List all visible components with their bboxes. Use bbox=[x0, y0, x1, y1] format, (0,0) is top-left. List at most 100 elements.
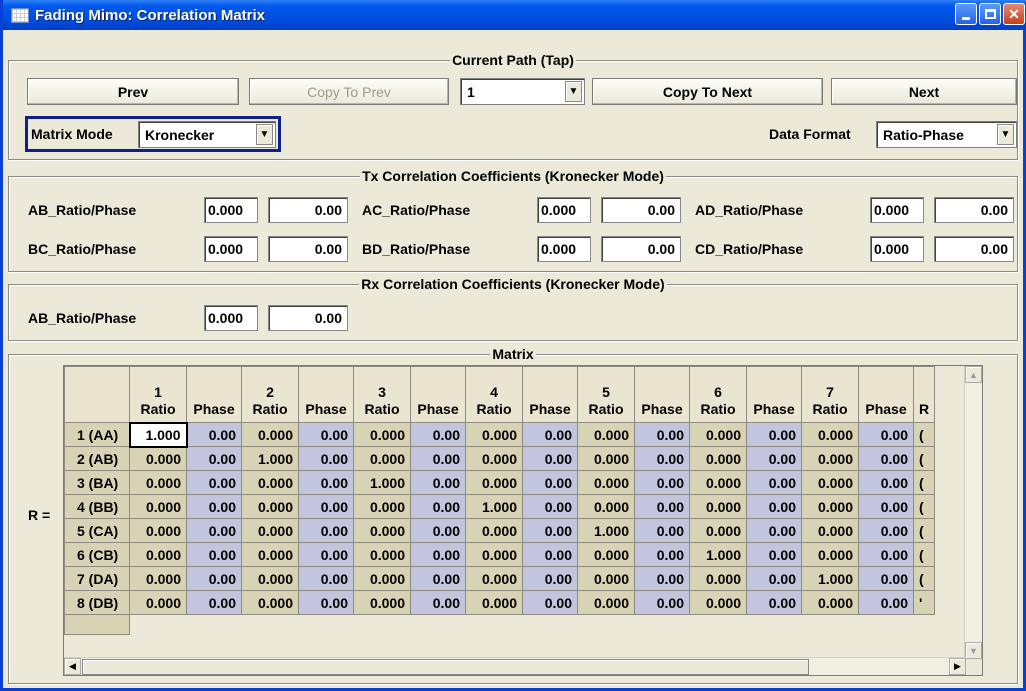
ratio-cell[interactable]: 0.000 bbox=[577, 422, 635, 447]
ratio-cell[interactable]: 0.000 bbox=[353, 494, 411, 519]
ratio-cell[interactable]: 1.000 bbox=[128, 421, 188, 448]
phase-cell[interactable]: 0.00 bbox=[410, 422, 466, 447]
ratio-cell[interactable]: 0.000 bbox=[577, 566, 635, 591]
scroll-up-icon[interactable]: ▲ bbox=[965, 366, 982, 383]
phase-cell[interactable]: 0.00 bbox=[298, 470, 354, 495]
phase-cell[interactable]: 0.00 bbox=[858, 542, 914, 567]
ratio-cell[interactable]: 0.000 bbox=[689, 494, 747, 519]
phase-cell[interactable]: 0.00 bbox=[858, 422, 914, 447]
phase-cell[interactable]: 0.00 bbox=[746, 494, 802, 519]
phase-cell[interactable]: 0.00 bbox=[410, 542, 466, 567]
phase-cell[interactable]: 0.00 bbox=[298, 422, 354, 447]
prev-button[interactable]: Prev bbox=[27, 78, 239, 105]
ratio-cell[interactable]: 0.000 bbox=[801, 494, 859, 519]
chevron-down-icon[interactable]: ▼ bbox=[256, 124, 273, 145]
tx-cd-ratio-input[interactable]: 0.000 bbox=[870, 236, 924, 262]
ratio-cell[interactable]: 0.000 bbox=[577, 446, 635, 471]
ratio-cell[interactable]: 0.000 bbox=[241, 494, 299, 519]
partial-cell[interactable]: ( bbox=[912, 566, 936, 591]
phase-cell[interactable]: 0.00 bbox=[746, 422, 802, 447]
phase-cell[interactable]: 0.00 bbox=[858, 566, 914, 591]
ratio-cell[interactable]: 0.000 bbox=[353, 518, 411, 543]
tx-ad-phase-input[interactable]: 0.00 bbox=[934, 197, 1014, 223]
tx-bc-ratio-input[interactable]: 0.000 bbox=[204, 236, 258, 262]
phase-cell[interactable]: 0.00 bbox=[746, 446, 802, 471]
ratio-cell[interactable]: 1.000 bbox=[465, 494, 523, 519]
phase-cell[interactable]: 0.00 bbox=[858, 590, 914, 615]
phase-cell[interactable]: 0.00 bbox=[410, 494, 466, 519]
ratio-cell[interactable]: 0.000 bbox=[241, 422, 299, 447]
ratio-cell[interactable]: 0.000 bbox=[801, 518, 859, 543]
scroll-right-icon[interactable]: ▶ bbox=[949, 658, 966, 675]
ratio-cell[interactable]: 0.000 bbox=[241, 518, 299, 543]
phase-cell[interactable]: 0.00 bbox=[858, 470, 914, 495]
tx-ab-phase-input[interactable]: 0.00 bbox=[268, 197, 348, 223]
tx-ac-phase-input[interactable]: 0.00 bbox=[601, 197, 681, 223]
ratio-cell[interactable]: 0.000 bbox=[689, 422, 747, 447]
ratio-cell[interactable]: 0.000 bbox=[353, 566, 411, 591]
tap-select[interactable]: 1 ▼ bbox=[460, 78, 585, 105]
phase-cell[interactable]: 0.00 bbox=[746, 518, 802, 543]
chevron-down-icon[interactable]: ▼ bbox=[565, 81, 582, 102]
phase-cell[interactable]: 0.00 bbox=[522, 590, 578, 615]
tx-cd-phase-input[interactable]: 0.00 bbox=[934, 236, 1014, 262]
phase-cell[interactable]: 0.00 bbox=[746, 470, 802, 495]
ratio-cell[interactable]: 0.000 bbox=[689, 566, 747, 591]
ratio-cell[interactable]: 0.000 bbox=[801, 542, 859, 567]
phase-cell[interactable]: 0.00 bbox=[298, 494, 354, 519]
tx-bc-phase-input[interactable]: 0.00 bbox=[268, 236, 348, 262]
phase-cell[interactable]: 0.00 bbox=[522, 422, 578, 447]
phase-cell[interactable]: 0.00 bbox=[858, 446, 914, 471]
ratio-cell[interactable]: 0.000 bbox=[465, 518, 523, 543]
phase-cell[interactable]: 0.00 bbox=[746, 590, 802, 615]
ratio-cell[interactable]: 0.000 bbox=[465, 470, 523, 495]
ratio-cell[interactable]: 0.000 bbox=[353, 590, 411, 615]
partial-cell[interactable]: ( bbox=[912, 494, 936, 519]
title-bar[interactable]: Fading Mimo: Correlation Matrix ✕ bbox=[3, 0, 1026, 30]
copy-to-next-button[interactable]: Copy To Next bbox=[592, 78, 823, 105]
data-format-select[interactable]: Ratio-Phase ▼ bbox=[876, 121, 1017, 148]
phase-cell[interactable]: 0.00 bbox=[186, 470, 242, 495]
phase-cell[interactable]: 0.00 bbox=[298, 518, 354, 543]
tx-bd-phase-input[interactable]: 0.00 bbox=[601, 236, 681, 262]
ratio-cell[interactable]: 0.000 bbox=[129, 566, 187, 591]
ratio-cell[interactable]: 1.000 bbox=[689, 542, 747, 567]
phase-cell[interactable]: 0.00 bbox=[634, 446, 690, 471]
ratio-cell[interactable]: 0.000 bbox=[801, 590, 859, 615]
phase-cell[interactable]: 0.00 bbox=[746, 566, 802, 591]
ratio-cell[interactable]: 0.000 bbox=[801, 470, 859, 495]
ratio-cell[interactable]: 1.000 bbox=[353, 470, 411, 495]
ratio-cell[interactable]: 0.000 bbox=[465, 542, 523, 567]
phase-cell[interactable]: 0.00 bbox=[522, 494, 578, 519]
ratio-cell[interactable]: 0.000 bbox=[241, 542, 299, 567]
phase-cell[interactable]: 0.00 bbox=[186, 446, 242, 471]
ratio-cell[interactable]: 0.000 bbox=[129, 494, 187, 519]
phase-cell[interactable]: 0.00 bbox=[298, 446, 354, 471]
ratio-cell[interactable]: 0.000 bbox=[353, 542, 411, 567]
horizontal-scroll-thumb[interactable] bbox=[82, 659, 809, 675]
partial-cell[interactable]: ( bbox=[912, 470, 936, 495]
phase-cell[interactable]: 0.00 bbox=[634, 566, 690, 591]
ratio-cell[interactable]: 0.000 bbox=[129, 470, 187, 495]
ratio-cell[interactable]: 0.000 bbox=[465, 422, 523, 447]
phase-cell[interactable]: 0.00 bbox=[410, 566, 466, 591]
next-button[interactable]: Next bbox=[831, 78, 1017, 105]
ratio-cell[interactable]: 0.000 bbox=[465, 446, 523, 471]
ratio-cell[interactable]: 0.000 bbox=[129, 590, 187, 615]
phase-cell[interactable]: 0.00 bbox=[746, 542, 802, 567]
ratio-cell[interactable]: 0.000 bbox=[689, 470, 747, 495]
ratio-cell[interactable]: 0.000 bbox=[689, 446, 747, 471]
phase-cell[interactable]: 0.00 bbox=[634, 590, 690, 615]
phase-cell[interactable]: 0.00 bbox=[634, 518, 690, 543]
horizontal-scrollbar[interactable]: ◀ ▶ bbox=[64, 657, 966, 675]
phase-cell[interactable]: 0.00 bbox=[186, 518, 242, 543]
vertical-scrollbar[interactable]: ▲ ▼ bbox=[964, 366, 982, 659]
matrix-mode-select[interactable]: Kronecker ▼ bbox=[138, 121, 276, 148]
scroll-left-icon[interactable]: ◀ bbox=[64, 658, 81, 675]
ratio-cell[interactable]: 0.000 bbox=[801, 422, 859, 447]
ratio-cell[interactable]: 0.000 bbox=[241, 590, 299, 615]
scroll-down-icon[interactable]: ▼ bbox=[965, 642, 982, 659]
phase-cell[interactable]: 0.00 bbox=[634, 422, 690, 447]
phase-cell[interactable]: 0.00 bbox=[522, 518, 578, 543]
phase-cell[interactable]: 0.00 bbox=[186, 542, 242, 567]
